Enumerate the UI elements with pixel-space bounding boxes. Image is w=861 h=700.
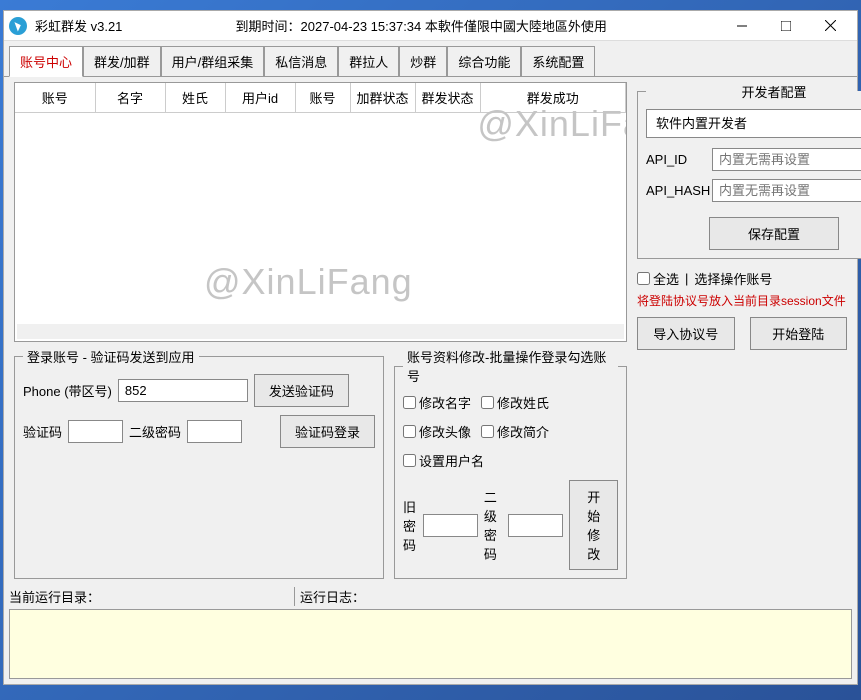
second-pwd-input[interactable] [508,514,563,537]
api-hash-input[interactable] [712,179,861,202]
tab-send-join[interactable]: 群发/加群 [83,46,161,77]
tab-config[interactable]: 系统配置 [521,46,595,77]
api-id-input[interactable] [712,148,861,171]
modify-legend: 账号资料修改-批量操作登录勾选账号 [403,347,618,385]
account-table[interactable]: 账号 名字 姓氏 用户id 账号 加群状态 群发状态 群发成功 [15,83,626,113]
import-protocol-button[interactable]: 导入协议号 [637,317,735,350]
login-legend: 登录账号 - 验证码发送到应用 [23,347,199,366]
horizontal-scrollbar[interactable] [17,324,624,339]
tab-group-invite[interactable]: 群拉人 [338,46,399,77]
col-send-success[interactable]: 群发成功 [480,83,626,113]
tab-private-msg[interactable]: 私信消息 [264,46,338,77]
col-userid[interactable]: 用户id [225,83,295,113]
chk-mod-last[interactable]: 修改姓氏 [481,393,549,412]
old-pwd-input[interactable] [423,514,478,537]
send-code-button[interactable]: 发送验证码 [254,374,349,407]
app-icon [9,17,27,35]
col-last[interactable]: 姓氏 [165,83,225,113]
tab-general[interactable]: 综合功能 [447,46,521,77]
phone-input[interactable] [118,379,248,402]
modify-group: 账号资料修改-批量操作登录勾选账号 修改名字 修改姓氏 修改头像 修改简介 设置… [394,347,627,579]
tab-account-center[interactable]: 账号中心 [9,46,83,77]
save-config-button[interactable]: 保存配置 [709,217,839,250]
code-login-button[interactable]: 验证码登录 [280,415,375,448]
close-button[interactable] [808,12,852,40]
session-warning: 将登陆协议号放入当前目录session文件 [637,292,847,309]
old-pwd-label: 旧密码 [403,497,417,554]
log-area[interactable]: @XinLiFang [9,609,852,679]
chk-set-username[interactable]: 设置用户名 [403,451,484,470]
minimize-button[interactable] [720,12,764,40]
col-join-status[interactable]: 加群状态 [350,83,415,113]
code-input[interactable] [68,420,123,443]
col-account[interactable]: 账号 [15,83,95,113]
maximize-button[interactable] [764,12,808,40]
cwd-label: 当前运行目录： [9,587,289,606]
tab-chao[interactable]: 炒群 [399,46,447,77]
start-login-button[interactable]: 开始登陆 [750,317,848,350]
app-title: 彩虹群发 v3.21 [35,16,122,35]
select-op-label: 选择操作账号 [694,269,772,288]
tab-user-collect[interactable]: 用户/群组采集 [161,46,265,77]
api-id-label: API_ID [646,152,706,167]
login-group: 登录账号 - 验证码发送到应用 Phone (带区号) 发送验证码 验证码 二级… [14,347,384,579]
account-table-container: 账号 名字 姓氏 用户id 账号 加群状态 群发状态 群发成功 @XinLiF [14,82,627,342]
dev-legend: 开发者配置 [646,82,861,101]
chk-mod-avatar[interactable]: 修改头像 [403,422,471,441]
tab-bar: 账号中心 群发/加群 用户/群组采集 私信消息 群拉人 炒群 综合功能 系统配置 [4,41,857,77]
titlebar: 彩虹群发 v3.21 到期时间：2027-04-23 15:37:34 本軟件僅… [4,11,857,41]
select-all-checkbox[interactable]: 全选 [637,269,679,288]
phone-label: Phone (带区号) [23,381,112,400]
second-pwd-label: 二级密码 [484,487,503,563]
dev-group: 开发者配置 软件内置开发者 API_ID API_HASH 保存配置 [637,82,861,259]
chk-mod-bio[interactable]: 修改简介 [481,422,549,441]
col-name[interactable]: 名字 [95,83,165,113]
chk-mod-name[interactable]: 修改名字 [403,393,471,412]
code-label: 验证码 [23,422,62,441]
pwd2-input[interactable] [187,420,242,443]
col-account2[interactable]: 账号 [295,83,350,113]
titlebar-info: 到期时间：2027-04-23 15:37:34 本軟件僅限中國大陸地區外使用 [122,16,720,35]
pwd2-label: 二级密码 [129,422,181,441]
start-modify-button[interactable]: 开始修改 [569,480,618,570]
log-label: 运行日志： [300,587,365,606]
api-hash-label: API_HASH [646,183,706,198]
dev-select[interactable]: 软件内置开发者 [646,109,861,138]
col-send-status[interactable]: 群发状态 [415,83,480,113]
